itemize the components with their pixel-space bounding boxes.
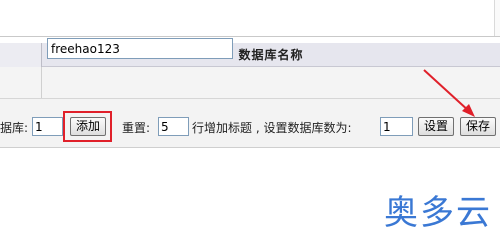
- db-name-input[interactable]: [47, 38, 233, 59]
- header-left-cell: [0, 43, 42, 67]
- scrollbar-edge[interactable]: [494, 0, 500, 36]
- reset-suffix-label: 行增加标题 , 设置数据库数为:: [192, 121, 352, 135]
- page-root: { "table": { "column_header": "数据库名称", "…: [0, 0, 500, 240]
- reset-label: 重置:: [122, 121, 151, 135]
- top-area: [0, 0, 500, 36]
- reset-count-input[interactable]: [158, 117, 189, 136]
- db-count-input[interactable]: [380, 117, 413, 136]
- set-button[interactable]: 设置: [418, 117, 454, 136]
- save-button[interactable]: 保存: [460, 117, 496, 136]
- table-row: [0, 67, 500, 99]
- row-db-name-cell: [42, 67, 500, 99]
- add-button-highlight: [63, 111, 112, 142]
- add-count-input[interactable]: [32, 117, 63, 136]
- add-db-label: 据库:: [0, 121, 29, 135]
- row-left-cell: [0, 67, 42, 99]
- watermark-logo: 奥多云: [384, 193, 492, 233]
